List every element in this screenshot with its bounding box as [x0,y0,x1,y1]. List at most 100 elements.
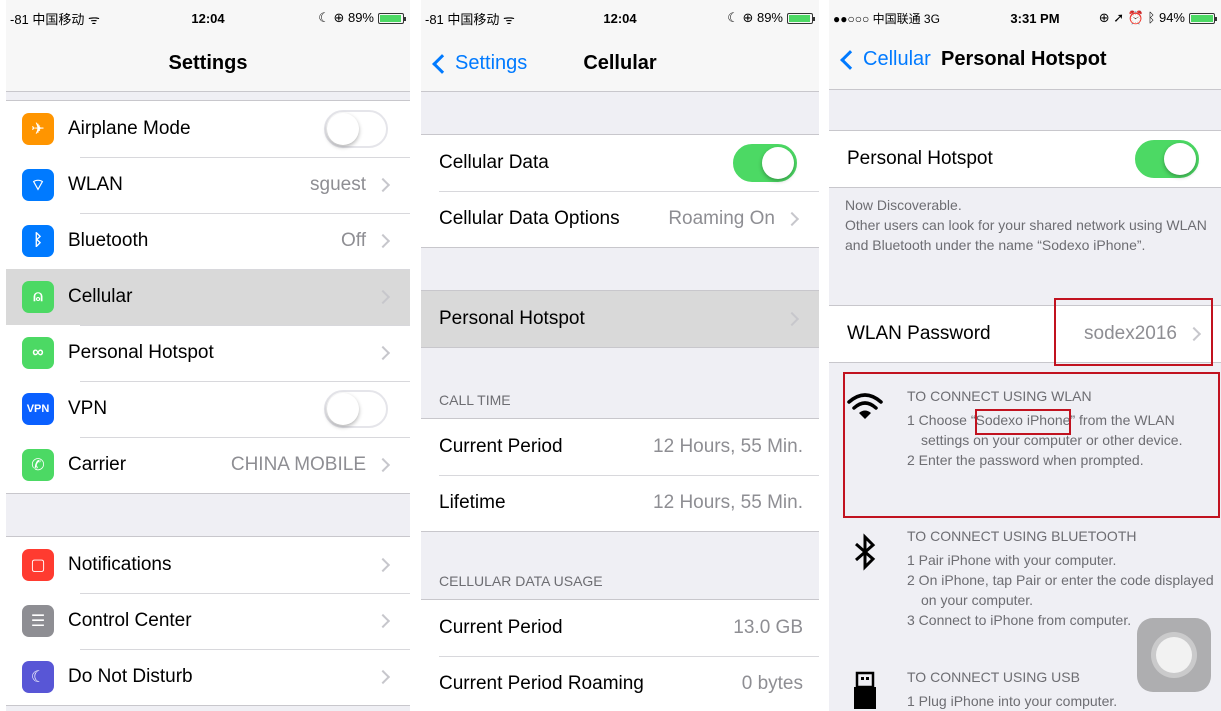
settings-row-notifications[interactable]: ▢ Notifications [6,537,410,593]
cellular-data-toggle[interactable] [733,144,797,182]
chevron-right-icon [375,289,391,305]
bluetooth-step-2: 2 On iPhone, tap Pair or enter the code … [907,572,1214,608]
settings-row-airplane-mode[interactable]: ✈ Airplane Mode [6,101,410,157]
antenna-icon: ⍝ [22,281,54,313]
chevron-right-icon [784,311,800,327]
personal-hotspot-row: Personal Hotspot [829,131,1221,187]
settings-row-label: Control Center [68,610,192,631]
wlan-password-value: sodex2016 [1084,323,1177,344]
settings-group-system: ▢ Notifications ☰ Control Center ☾ Do Not Dis… [6,536,410,706]
settings-row-cellular[interactable]: ⍝ Cellular [6,269,410,325]
chevron-right-icon [375,669,391,685]
personal-hotspot-label: Personal Hotspot [439,308,585,329]
call-time-value: 12 Hours, 55 Min. [653,492,803,513]
chevron-right-icon [375,557,391,573]
back-button[interactable]: Settings [429,52,527,75]
cellular-data-group: Cellular Data Cellular Data Options Roam… [421,134,819,248]
battery-icon [378,12,406,24]
status-indicators: ☾ ⊕ 89% [727,10,783,25]
hotspot-group: Personal Hotspot [421,290,819,348]
status-right: ⊕ ➚ ⏰ ᛒ 94% [1098,10,1217,26]
data-usage-row-current-period: Current Period 13.0 GB [421,600,819,656]
wlan-step-2: 2 Enter the password when prompted. [907,452,1144,468]
wlan-title: TO CONNECT USING WLAN [907,388,1092,404]
nav-bar: Settings [6,36,410,92]
nav-bar: Settings Cellular [421,36,819,92]
personal-hotspot-row[interactable]: Personal Hotspot [421,291,819,347]
wlan-password-row[interactable]: WLAN Password sodex2016 [829,306,1221,362]
control-center-icon: ☰ [22,605,54,637]
status-right: ☾ ⊕ 89% [727,10,815,26]
bluetooth-step-1: 1 Pair iPhone with your computer. [907,552,1117,568]
call-time-row-lifetime: Lifetime 12 Hours, 55 Min. [421,475,819,531]
chevron-right-icon [1186,326,1202,342]
settings-screen: -81 中国移动 ᯤ 12:04 ☾ ⊕ 89% Settings ✈ Airpl… [6,0,410,711]
back-label: Cellular [863,48,931,70]
call-time-value: 12 Hours, 55 Min. [653,436,803,457]
status-right: ☾ ⊕ 89% [318,10,406,26]
settings-row-bluetooth[interactable]: ᛒ Bluetooth Off [6,213,410,269]
call-time-row-current-period: Current Period 12 Hours, 55 Min. [421,419,819,475]
nav-bar: Cellular Personal Hotspot [829,30,1221,90]
hotspot-icon: ∞ [22,337,54,369]
settings-row-label: Personal Hotspot [68,342,214,363]
chevron-right-icon [375,613,391,629]
settings-row-value: sguest [310,174,366,195]
status-indicators: ⊕ ➚ ⏰ ᛒ 94% [1098,10,1185,25]
status-indicators: ☾ ⊕ 89% [318,10,374,25]
bluetooth-icon: ᛒ [22,225,54,257]
settings-row-personal-hotspot[interactable]: ∞ Personal Hotspot [6,325,410,381]
settings-row-label: Airplane Mode [68,118,191,139]
call-time-header: CALL TIME [439,392,511,408]
airplane-mode-toggle[interactable] [324,110,388,148]
notifications-icon: ▢ [22,549,54,581]
settings-row-label: Cellular [68,286,133,307]
chevron-left-icon [840,49,860,70]
cellular-data-options-value: Roaming On [668,208,775,229]
cellular-data-label: Cellular Data [439,152,549,173]
cellular-data-options-row[interactable]: Cellular Data Options Roaming On [421,191,819,247]
settings-row-vpn[interactable]: VPN VPN [6,381,410,437]
data-usage-header: CELLULAR DATA USAGE [439,573,603,589]
settings-row-wlan[interactable]: ⌔ WLAN sguest [6,157,410,213]
data-usage-value: 0 bytes [741,673,803,694]
personal-hotspot-toggle[interactable] [1135,140,1199,178]
wlan-steps: 1 Choose “Sodexo iPhone” from the WLAN s… [907,410,1215,470]
settings-row-label: Notifications [68,554,172,575]
vpn-toggle[interactable] [324,390,388,428]
call-time-group: Current Period 12 Hours, 55 Min. Lifetime 1… [421,418,819,532]
data-usage-label: Current Period Roaming [439,673,644,694]
password-group: WLAN Password sodex2016 [829,305,1221,363]
call-time-label: Lifetime [439,492,506,513]
usb-title: TO CONNECT USING USB [907,669,1080,685]
call-time-label: Current Period [439,436,563,457]
usb-steps: 1 Plug iPhone into your computer. [907,691,1215,711]
data-usage-value: 13.0 GB [733,617,803,638]
settings-group-connectivity: ✈ Airplane Mode ⌔ WLAN sguest ᛒ Bluetooth Off ⍝ C… [6,100,410,494]
assistive-touch-button[interactable] [1137,618,1211,692]
usb-icon [854,671,876,709]
settings-row-carrier[interactable]: ✆ Carrier CHINA MOBILE [6,437,410,493]
phone-icon: ✆ [22,449,54,481]
back-button[interactable]: Cellular [837,48,931,71]
vpn-icon: VPN [22,393,54,425]
hotspot-toggle-group: Personal Hotspot [829,130,1221,188]
wlan-step-1-prefix: 1 Choose [907,412,971,428]
settings-row-value: CHINA MOBILE [230,454,366,475]
chevron-left-icon [432,53,452,74]
settings-row-label: WLAN [68,174,123,195]
page-title: Settings [168,52,248,74]
settings-row-control-center[interactable]: ☰ Control Center [6,593,410,649]
page-title: Personal Hotspot [941,48,1107,70]
settings-row-do-not-disturb[interactable]: ☾ Do Not Disturb [6,649,410,705]
settings-row-label: Carrier [68,454,127,475]
data-usage-group: Current Period 13.0 GB Current Period Roam… [421,599,819,711]
discoverable-note: Now Discoverable. Other users can look f… [845,195,1207,255]
personal-hotspot-label: Personal Hotspot [847,148,993,169]
wlan-step-1: 1 Choose “Sodexo iPhone” from the WLAN s… [907,410,1215,450]
data-usage-label: Current Period [439,617,563,638]
back-label: Settings [455,52,528,74]
wlan-password-label: WLAN Password [847,323,991,344]
settings-row-value: Off [341,230,366,251]
discoverable-description: Other users can look for your shared net… [845,217,1207,253]
